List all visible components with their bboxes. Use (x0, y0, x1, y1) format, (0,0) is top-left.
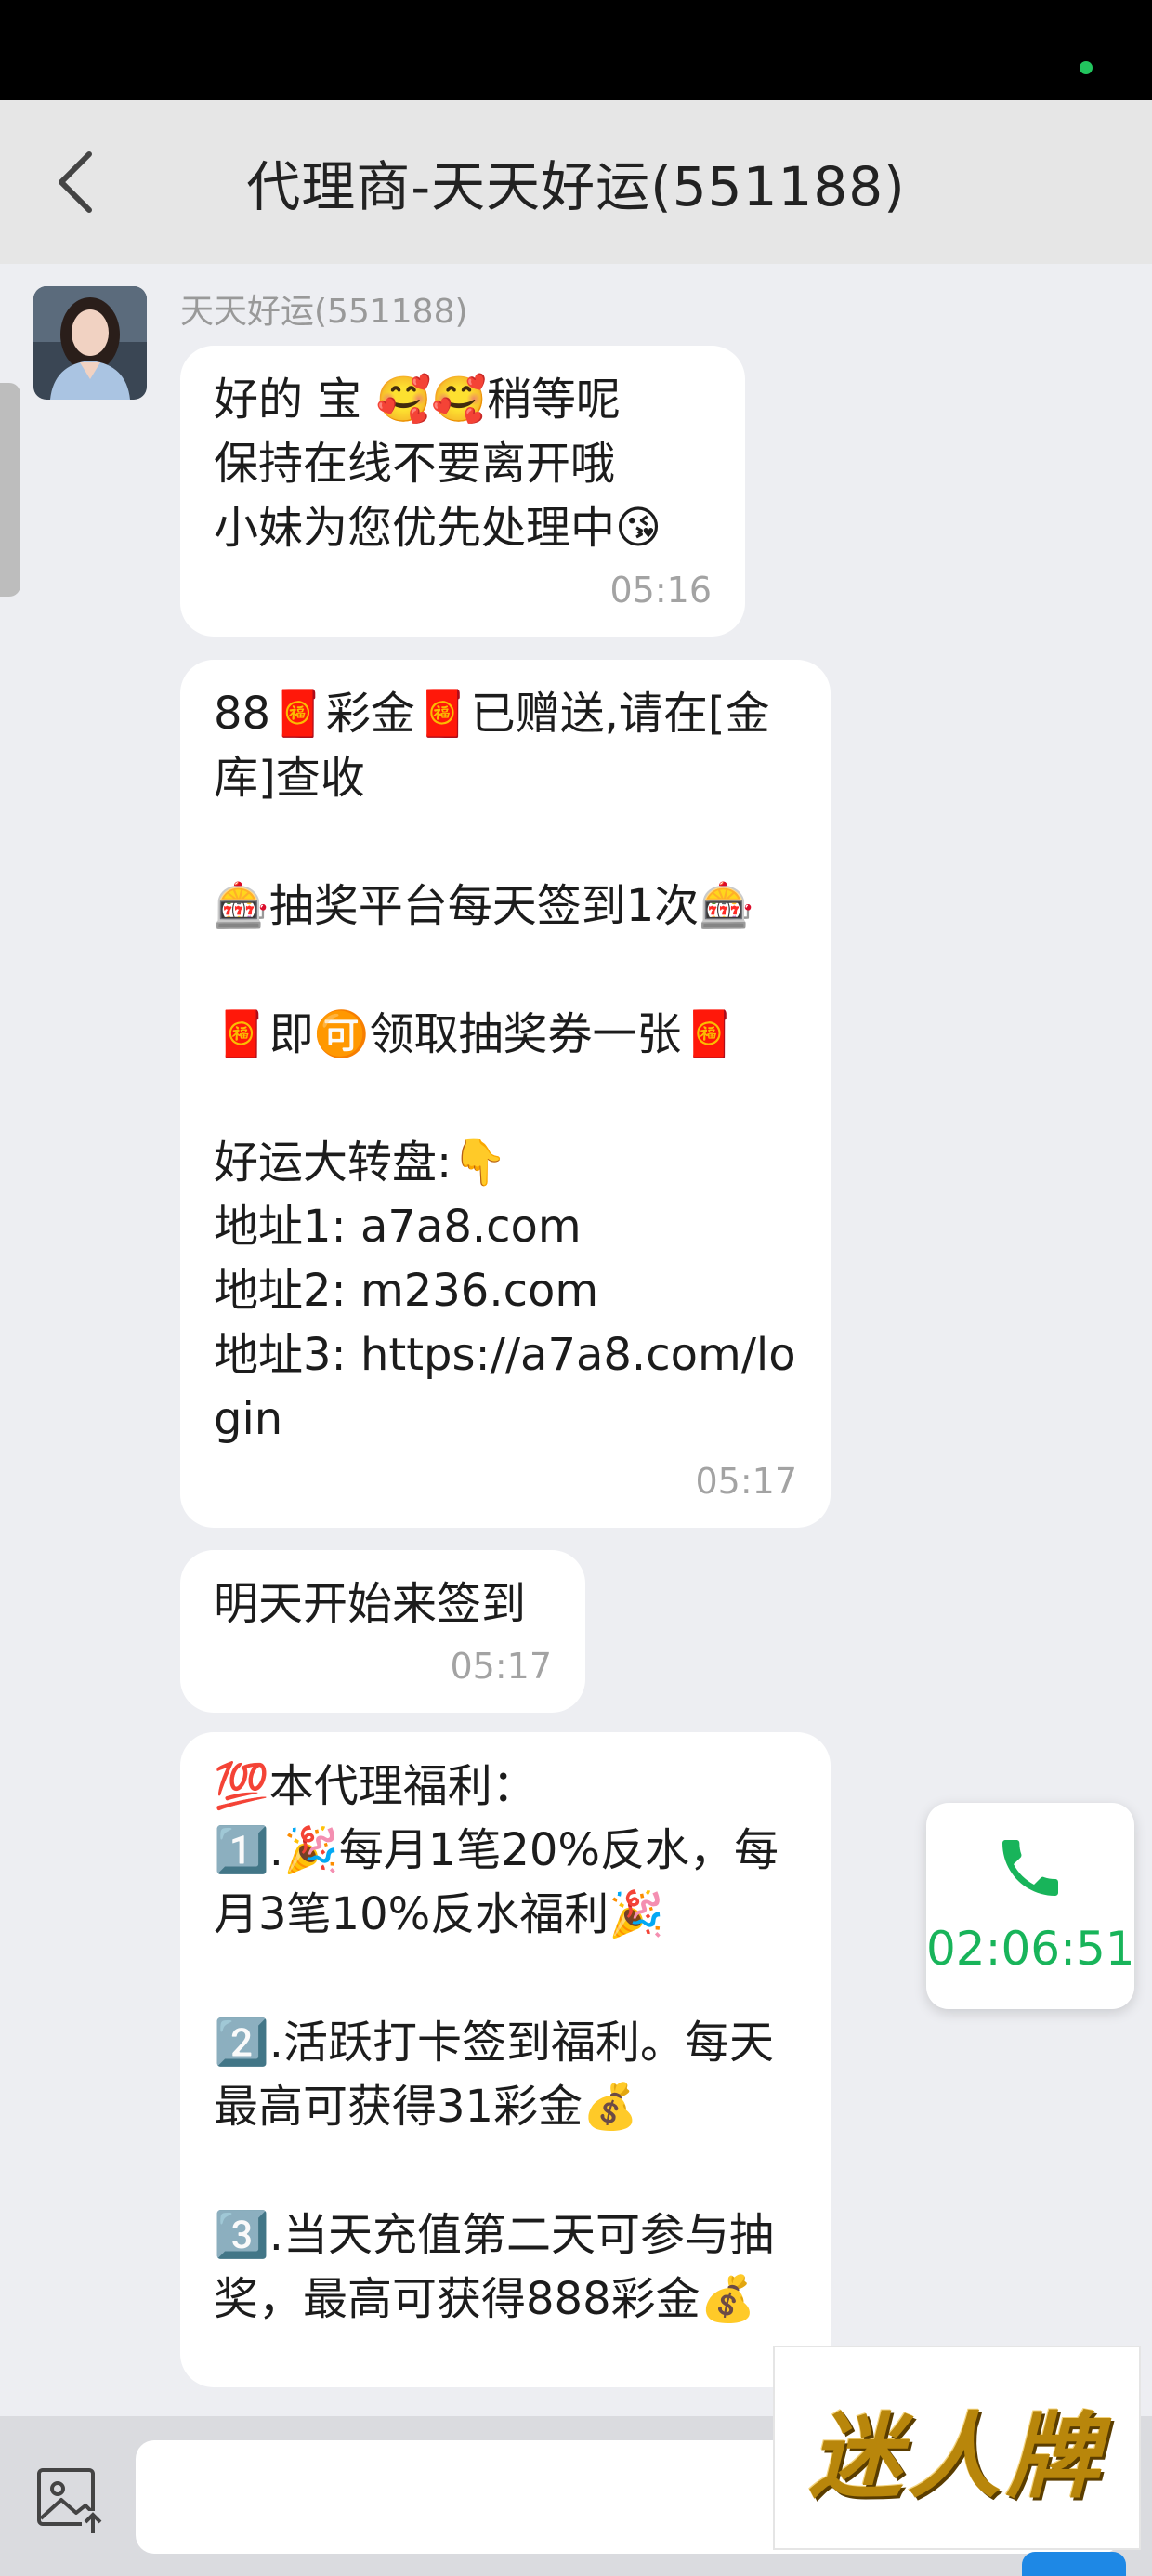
nav-bar: 代理商-天天好运(551188) (0, 100, 1152, 264)
message-text: 💯本代理福利： 1️⃣.🎉每月1笔20%反水，每月3笔10%反水福利🎉 2️⃣.… (214, 1760, 779, 2325)
message-bubble[interactable]: 💯本代理福利： 1️⃣.🎉每月1笔20%反水，每月3笔10%反水福利🎉 2️⃣.… (180, 1732, 831, 2387)
phone-icon (1002, 1840, 1058, 1896)
scroll-handle[interactable] (0, 383, 20, 597)
message-time: 05:16 (609, 570, 712, 611)
message-time: 05:17 (695, 1461, 797, 1502)
message-bubble[interactable]: 明天开始来签到 05:17 (180, 1550, 585, 1713)
chat-area[interactable]: 天天好运(551188) 好的 宝 🥰🥰稍等呢 保持在线不要离开哦 小妹为您优先… (0, 264, 1152, 2416)
watermark-text: 迷人牌 (809, 2400, 1105, 2511)
image-upload-button[interactable] (33, 2463, 108, 2537)
call-timer: 02:06:51 (926, 1922, 1135, 1976)
chat-title: 代理商-天天好运(551188) (246, 155, 906, 218)
send-button[interactable] (1022, 2552, 1126, 2576)
message-text: 88🧧彩金🧧已赠送,请在[金库]查收 🎰抽奖平台每天签到1次🎰 🧧即🉑领取抽奖券… (214, 688, 796, 1445)
message-text: 明天开始来签到 (214, 1578, 527, 1630)
message-time: 05:17 (450, 1646, 552, 1687)
image-upload-icon (37, 2468, 104, 2533)
sender-avatar[interactable] (33, 286, 147, 400)
watermark-logo: 迷人牌 (773, 2346, 1141, 2550)
message-bubble[interactable]: 好的 宝 🥰🥰稍等呢 保持在线不要离开哦 小妹为您优先处理中😘 05:16 (180, 346, 745, 637)
call-floating-widget[interactable]: 02:06:51 (926, 1803, 1135, 2009)
status-bar (0, 0, 1152, 100)
status-indicator-dot (1080, 61, 1093, 74)
sender-name: 天天好运(551188) (180, 293, 468, 331)
message-bubble[interactable]: 88🧧彩金🧧已赠送,请在[金库]查收 🎰抽奖平台每天签到1次🎰 🧧即🉑领取抽奖券… (180, 660, 831, 1528)
message-text: 好的 宝 🥰🥰稍等呢 保持在线不要离开哦 小妹为您优先处理中😘 (214, 374, 662, 554)
